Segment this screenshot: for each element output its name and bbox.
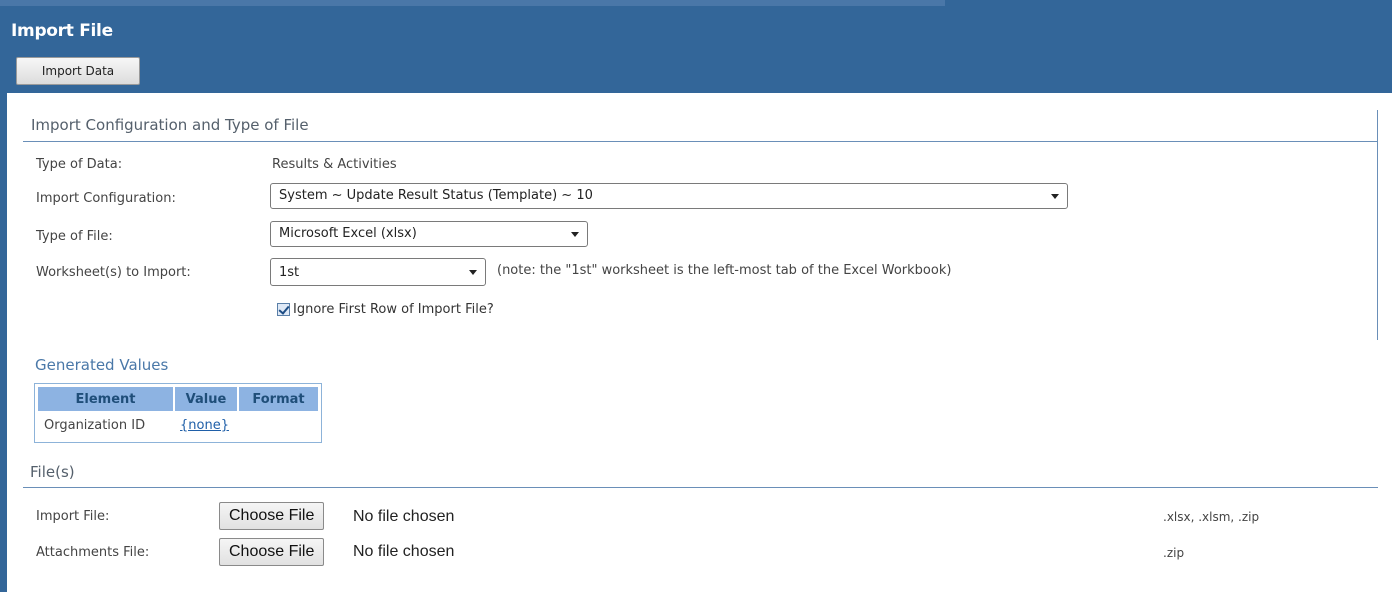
table-row: Organization ID {none} <box>38 411 318 439</box>
column-header-value: Value <box>174 387 239 411</box>
chevron-down-icon <box>469 270 477 275</box>
column-header-format: Format <box>238 387 318 411</box>
type-of-data-value: Results & Activities <box>272 157 397 172</box>
chevron-down-icon <box>1051 194 1059 199</box>
ignore-first-row-row[interactable]: Ignore First Row of Import File? <box>277 302 494 317</box>
type-of-file-select[interactable]: Microsoft Excel (xlsx) <box>270 221 588 247</box>
worksheets-note: (note: the "1st" worksheet is the left-m… <box>497 263 952 278</box>
generated-values-header: Generated Values <box>35 356 169 374</box>
section-right-border <box>1377 110 1378 340</box>
import-data-button[interactable]: Import Data <box>16 57 140 85</box>
window-top-accent <box>0 0 945 6</box>
attachments-file-status: No file chosen <box>353 543 455 560</box>
import-configuration-label: Import Configuration: <box>36 191 176 206</box>
config-section-header: Import Configuration and Type of File <box>31 116 309 134</box>
worksheets-selected: 1st <box>279 265 300 280</box>
type-of-data-label: Type of Data: <box>36 157 123 172</box>
window-title: Import File <box>11 21 113 41</box>
worksheets-label: Worksheet(s) to Import: <box>36 265 191 280</box>
ignore-first-row-checkbox[interactable] <box>277 303 290 316</box>
generated-values-table: Element Value Format Organization ID {no… <box>38 387 318 439</box>
organization-id-format-cell <box>238 411 318 439</box>
type-of-file-label: Type of File: <box>36 229 113 244</box>
attachments-file-choose-button[interactable]: Choose File <box>219 538 325 566</box>
import-file-extensions: .xlsx, .xlsm, .zip <box>1163 510 1260 524</box>
organization-id-cell: Organization ID <box>44 417 146 433</box>
chevron-down-icon <box>571 232 579 237</box>
files-section-rule <box>23 487 1378 488</box>
worksheets-select[interactable]: 1st <box>270 258 486 286</box>
type-of-file-selected: Microsoft Excel (xlsx) <box>279 226 417 241</box>
import-file-label: Import File: <box>36 509 110 524</box>
attachments-file-extensions: .zip <box>1163 546 1185 560</box>
import-configuration-selected: System ~ Update Result Status (Template)… <box>279 188 593 203</box>
files-section-header: File(s) <box>30 463 75 481</box>
attachments-file-label: Attachments File: <box>36 545 150 560</box>
import-file-choose-button[interactable]: Choose File <box>219 502 325 530</box>
config-section-rule <box>23 141 1378 142</box>
column-header-element: Element <box>38 387 175 411</box>
organization-id-value-link[interactable]: {none} <box>180 418 229 433</box>
import-configuration-select[interactable]: System ~ Update Result Status (Template)… <box>270 183 1068 209</box>
import-file-status: No file chosen <box>353 508 455 525</box>
ignore-first-row-label: Ignore First Row of Import File? <box>293 302 494 317</box>
